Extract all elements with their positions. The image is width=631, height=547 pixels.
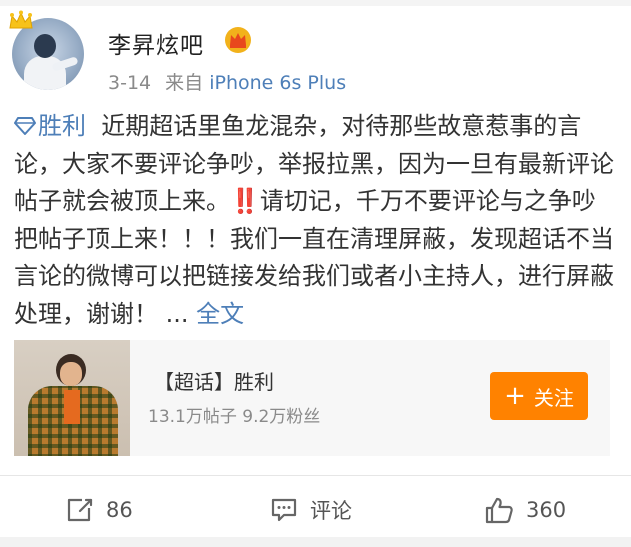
card-stats: 13.1万帖子 9.2万粉丝 (148, 407, 321, 427)
repost-count: 86 (106, 498, 133, 522)
card-title: 【超话】胜利 (154, 370, 274, 394)
post-body: 胜利 近期超话里鱼龙混杂，对待那些故意惹事的言论，大家不要评论争吵，举报拉黑，因… (14, 108, 614, 333)
cover-person-shirt (64, 390, 80, 424)
plus-icon: + (504, 381, 526, 411)
source-device[interactable]: iPhone 6s Plus (209, 72, 346, 94)
super-topic-card[interactable]: 【超话】胜利 13.1万帖子 9.2万粉丝 + 关注 (14, 340, 610, 456)
post-header: 李昇炫吧 3-14 来自 iPhone 6s Plus (9, 10, 612, 98)
topic-name: 胜利 (38, 112, 86, 140)
comment-label: 评论 (310, 499, 352, 523)
crown-icon (9, 10, 33, 29)
bottom-strip (0, 537, 631, 547)
like-count: 360 (526, 498, 567, 522)
vip-crown-icon (225, 27, 251, 53)
avatar-figure-head (34, 34, 56, 58)
top-strip (0, 0, 631, 6)
repost-icon (67, 498, 93, 522)
cover-person-face (60, 362, 82, 386)
topic-link[interactable]: 胜利 (14, 112, 86, 140)
ellipsis: ... (165, 299, 189, 328)
comment-icon (271, 498, 297, 522)
post-time: 3-14 (108, 72, 152, 94)
follow-label: 关注 (533, 385, 574, 410)
thumbs-up-icon (485, 497, 513, 524)
full-text-link[interactable]: 全文 (196, 300, 244, 328)
like-button[interactable]: 360 (484, 490, 566, 530)
follow-button[interactable]: + 关注 (490, 372, 588, 420)
divider (0, 475, 631, 476)
repost-button[interactable]: 86 (66, 490, 133, 530)
author-name[interactable]: 李昇炫吧 (108, 26, 204, 60)
comment-button[interactable]: 评论 (270, 490, 352, 530)
post-meta: 3-14 来自 iPhone 6s Plus (108, 68, 346, 95)
topic-cover-image (14, 340, 130, 456)
diamond-icon (14, 117, 36, 135)
double-exclamation-icon: ‼️ (230, 187, 260, 215)
source-prefix: 来自 (165, 72, 204, 94)
